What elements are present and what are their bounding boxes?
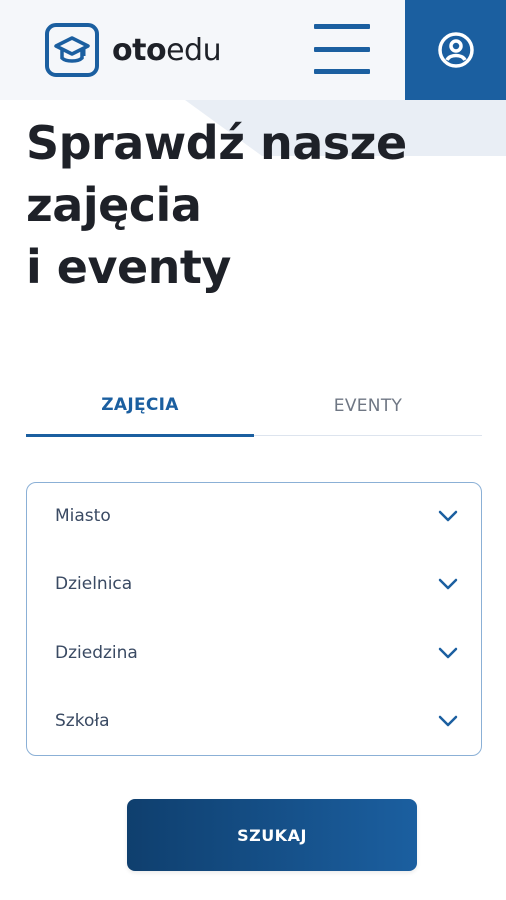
title-line: Sprawdź nasze	[26, 116, 407, 170]
chevron-down-icon	[438, 647, 458, 659]
field-select[interactable]: Dziedzina	[27, 623, 481, 683]
page-title: Sprawdź nasze zajęcia i eventy	[26, 112, 486, 298]
filter-panel: Miasto Dzielnica Dziedzina Szkoła	[26, 482, 482, 756]
graduation-cap-logo-icon	[45, 23, 99, 77]
school-select[interactable]: Szkoła	[27, 691, 481, 751]
filter-label: Dzielnica	[55, 574, 133, 594]
tab-eventy[interactable]: EVENTY	[254, 376, 482, 436]
filter-label: Dziedzina	[55, 643, 138, 663]
title-line: zajęcia	[26, 178, 202, 232]
chevron-down-icon	[438, 715, 458, 727]
chevron-down-icon	[438, 510, 458, 522]
menu-bar	[314, 46, 370, 52]
title-line: i eventy	[26, 240, 231, 294]
tab-zajecia[interactable]: ZAJĘCIA	[26, 376, 254, 437]
search-button[interactable]: SZUKAJ	[127, 799, 417, 871]
tab-bar: ZAJĘCIA EVENTY	[26, 376, 482, 437]
filter-label: Miasto	[55, 506, 111, 526]
city-select[interactable]: Miasto	[27, 486, 481, 546]
logo[interactable]: otoedu	[44, 22, 222, 78]
logo-bold-text: oto	[112, 32, 167, 68]
menu-bar	[314, 69, 370, 74]
user-account-button[interactable]	[405, 0, 506, 100]
logo-light-text: edu	[166, 32, 222, 68]
menu-bar	[314, 24, 370, 29]
district-select[interactable]: Dzielnica	[27, 554, 481, 614]
filter-label: Szkoła	[55, 711, 110, 731]
logo-wordmark: otoedu	[112, 32, 222, 68]
chevron-down-icon	[438, 578, 458, 590]
user-account-icon	[437, 32, 474, 68]
hamburger-menu-icon[interactable]	[314, 24, 370, 74]
site-header: otoedu	[0, 0, 506, 100]
